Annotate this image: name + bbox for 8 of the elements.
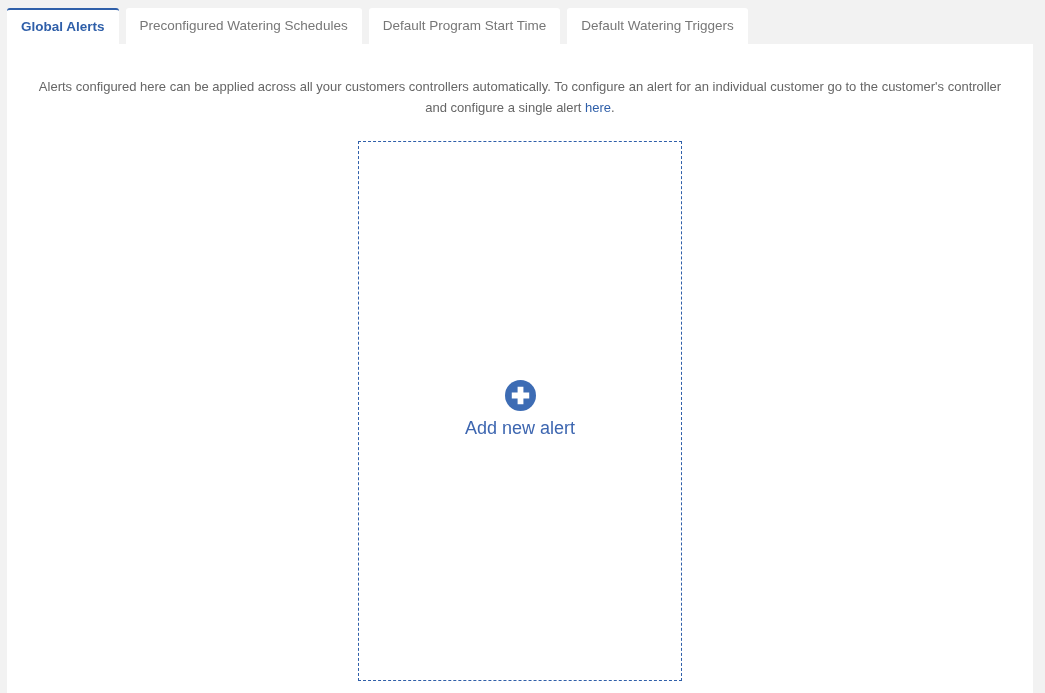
plus-circle-icon: [504, 380, 536, 411]
tab[interactable]: Default Program Start Time: [368, 8, 561, 44]
tab[interactable]: Preconfigured Watering Schedules: [125, 8, 362, 44]
tab[interactable]: Default Watering Triggers: [567, 8, 748, 44]
here-link[interactable]: here: [585, 100, 612, 115]
intro-text: Alerts configured here can be applied across all your customers controllers automatically. To configure an alert for an individual customer go to the customer's controller and configure a single alert here.: [37, 78, 1003, 117]
add-alert-card[interactable]: Add new alert: [358, 141, 682, 681]
tab[interactable]: Global Alerts: [7, 8, 119, 44]
